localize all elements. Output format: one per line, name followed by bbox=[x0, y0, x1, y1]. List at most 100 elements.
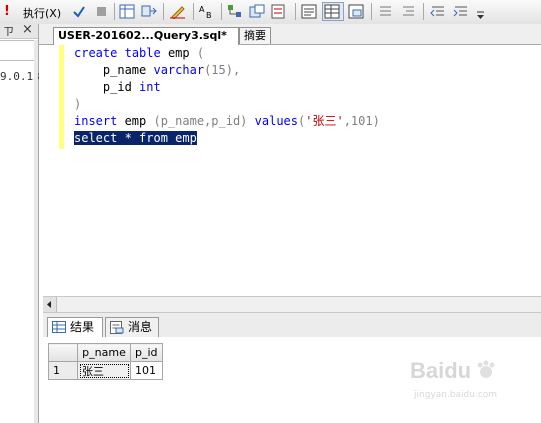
comment-lines-button[interactable] bbox=[375, 2, 395, 21]
tab-label: 结果 bbox=[70, 320, 95, 334]
results-grid-button[interactable] bbox=[117, 2, 137, 21]
svg-text:A: A bbox=[199, 5, 205, 14]
toolbar-separator bbox=[221, 3, 222, 20]
results-to-text-button[interactable] bbox=[299, 2, 320, 21]
selected-code[interactable]: select * from emp bbox=[74, 131, 197, 145]
message-icon bbox=[110, 321, 124, 334]
sql-code[interactable]: create table emp ( p_name varchar(15), p… bbox=[74, 45, 380, 147]
code-paren: ( bbox=[196, 46, 205, 60]
code-keyword: int bbox=[139, 80, 161, 94]
design-query-button[interactable] bbox=[167, 2, 189, 21]
results-to-grid-button[interactable] bbox=[322, 2, 344, 21]
include-client-stats-icon bbox=[249, 4, 265, 18]
check-icon bbox=[73, 6, 85, 18]
toolbar-separator bbox=[371, 3, 372, 20]
uncomment-lines-button[interactable] bbox=[398, 2, 418, 21]
uncomment-lines-icon bbox=[403, 6, 414, 16]
comment-lines-icon bbox=[380, 6, 391, 16]
panel-scrollbar[interactable] bbox=[34, 40, 38, 423]
toolbar-separator bbox=[295, 3, 296, 20]
toolbar-separator bbox=[193, 3, 194, 20]
grid-icon bbox=[52, 321, 66, 333]
query-toolbar: ! 执行(X) AB bbox=[0, 0, 541, 25]
include-client-stats-button[interactable] bbox=[247, 2, 267, 21]
design-query-icon bbox=[170, 6, 185, 19]
grid-cell[interactable]: 101 bbox=[130, 361, 163, 380]
display-plan-button[interactable] bbox=[225, 2, 245, 21]
code-line: insert emp (p_name,p_id) values('张三',101… bbox=[74, 113, 380, 130]
toolbar-separator bbox=[114, 3, 115, 20]
results-pane: p_name p_id 1 张三 101 Baidu jingyan.baidu… bbox=[43, 337, 541, 423]
grid-cell[interactable]: 张三 bbox=[77, 361, 131, 380]
stop-icon bbox=[97, 7, 106, 16]
svg-text:B: B bbox=[206, 11, 212, 19]
overflow-icon bbox=[477, 11, 484, 19]
execute-button[interactable]: 执行(X) bbox=[12, 2, 64, 21]
indent-icon bbox=[453, 6, 467, 17]
results-grid: p_name p_id 1 张三 101 bbox=[48, 343, 163, 380]
specify-values-button[interactable]: AB bbox=[197, 2, 217, 21]
code-paren: ) bbox=[74, 97, 82, 111]
grid-header-row: p_name p_id bbox=[48, 343, 163, 362]
tab-label: USER-201602...Query3.sql* bbox=[58, 29, 227, 42]
tab-label: 消息 bbox=[128, 320, 153, 334]
tab-query3[interactable]: USER-201602...Query3.sql* bbox=[53, 27, 239, 45]
code-keyword: insert bbox=[74, 114, 118, 128]
results-to-file-button[interactable] bbox=[346, 2, 367, 21]
results-grid-icon bbox=[119, 4, 135, 19]
parse-button[interactable] bbox=[139, 2, 159, 21]
results-tab-strip: 结果 消息 bbox=[43, 313, 541, 338]
code-line: ) bbox=[74, 96, 380, 113]
panel-divider bbox=[0, 40, 34, 41]
watermark-sub: jingyan.baidu.com bbox=[414, 390, 498, 400]
watermark-brand: Baidu bbox=[410, 358, 472, 383]
baidu-watermark: Baidu jingyan.baidu.com bbox=[410, 358, 540, 408]
tab-label: 摘要 bbox=[244, 29, 266, 42]
column-header[interactable]: p_id bbox=[130, 343, 163, 362]
tab-messages[interactable]: 消息 bbox=[105, 317, 159, 337]
tab-results[interactable]: 结果 bbox=[47, 317, 103, 337]
code-text: p_name bbox=[102, 63, 154, 77]
code-string: '张三' bbox=[305, 114, 344, 128]
code-keyword: table bbox=[124, 46, 161, 60]
comment-button[interactable] bbox=[269, 2, 289, 21]
code-line: select * from emp bbox=[74, 130, 380, 147]
stop-button[interactable] bbox=[92, 2, 110, 21]
comment-icon bbox=[271, 4, 285, 19]
editor-horizontal-scrollbar[interactable] bbox=[43, 296, 541, 313]
code-text: (p_name,p_id) bbox=[153, 114, 255, 128]
document-tab-strip: USER-201602...Query3.sql* 摘要 bbox=[39, 24, 541, 45]
scroll-left-button[interactable] bbox=[43, 297, 57, 312]
sql-editor[interactable]: create table emp ( p_name varchar(15), p… bbox=[39, 45, 541, 296]
code-keyword: create bbox=[74, 46, 118, 60]
results-to-file-icon bbox=[348, 4, 364, 19]
indent-button[interactable] bbox=[450, 2, 470, 21]
results-to-grid-icon bbox=[324, 4, 340, 19]
grid-corner[interactable] bbox=[48, 343, 78, 362]
check-button[interactable] bbox=[69, 2, 89, 21]
column-header[interactable]: p_name bbox=[77, 343, 131, 362]
results-to-text-icon bbox=[301, 4, 317, 19]
code-line: p_name varchar(15), bbox=[74, 62, 380, 79]
code-keyword: varchar bbox=[153, 63, 205, 77]
row-number[interactable]: 1 bbox=[48, 361, 78, 380]
specify-values-icon: AB bbox=[199, 5, 212, 19]
outdent-button[interactable] bbox=[427, 2, 447, 21]
table-row: 1 张三 101 bbox=[48, 361, 163, 380]
code-text: emp bbox=[160, 46, 197, 60]
code-text: p_id bbox=[102, 80, 140, 94]
panel-header: ㄗ × bbox=[0, 22, 38, 39]
tab-summary[interactable]: 摘要 bbox=[239, 27, 271, 44]
code-text: ,101) bbox=[343, 114, 380, 128]
scroll-left-icon bbox=[47, 301, 51, 308]
code-line: create table emp ( bbox=[74, 45, 380, 62]
toolbar-overflow-button[interactable] bbox=[475, 5, 487, 23]
paw-icon bbox=[477, 360, 495, 378]
code-text: (15), bbox=[204, 63, 241, 77]
outdent-icon bbox=[430, 6, 444, 17]
close-icon[interactable]: × bbox=[22, 22, 33, 37]
display-plan-icon bbox=[228, 5, 241, 17]
pin-icon[interactable]: ㄗ bbox=[3, 23, 14, 39]
toolbar-separator bbox=[423, 3, 424, 20]
warning-icon: ! bbox=[4, 4, 10, 19]
